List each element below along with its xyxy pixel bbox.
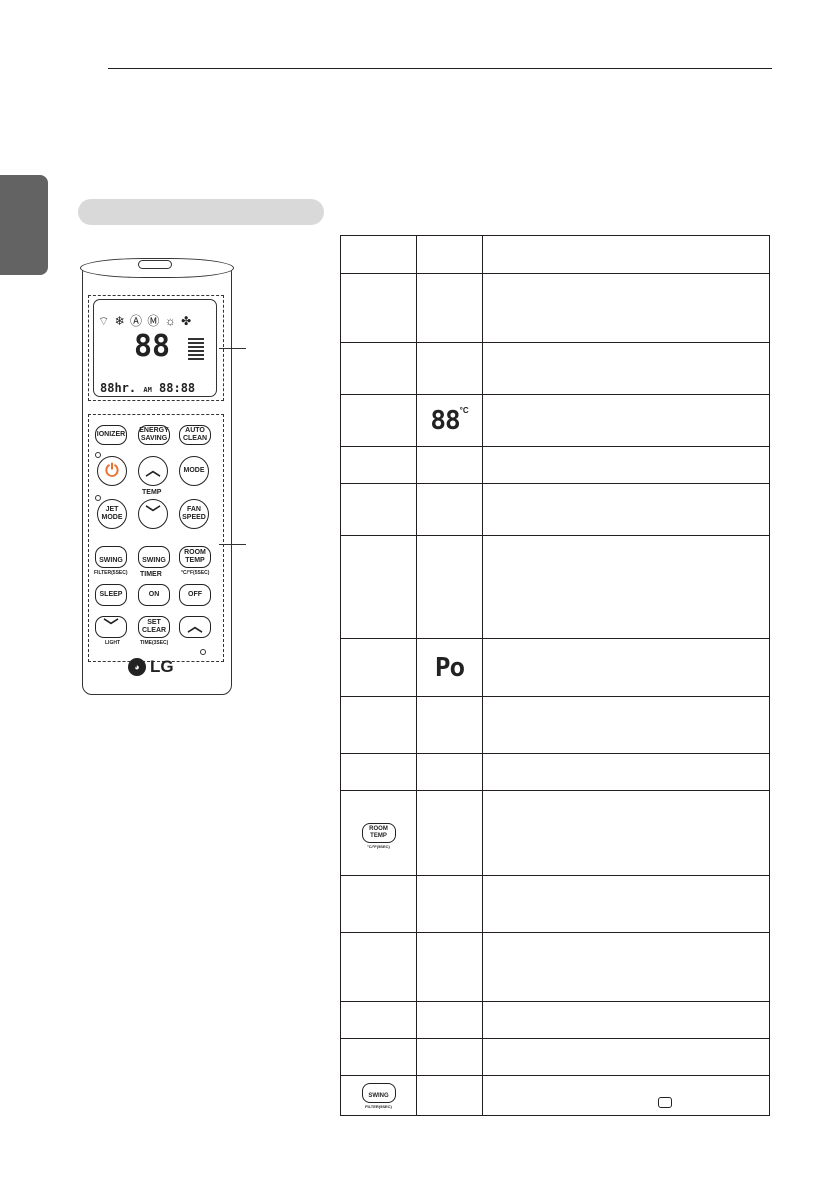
lcd-fan-bars bbox=[188, 338, 204, 362]
table-row bbox=[340, 753, 770, 791]
auto-clean-button[interactable]: AUTO CLEAN bbox=[179, 425, 211, 445]
lg-logo-text: LG bbox=[150, 657, 174, 676]
down-button[interactable]: ﹀ bbox=[95, 616, 127, 638]
dry-icon: Ⓜ bbox=[147, 314, 161, 328]
function-table: 88°C Po ROOM TEMP °C/°F(5SEC) SWING FILT… bbox=[340, 235, 770, 1116]
chevron-down-icon: ﹀ bbox=[145, 505, 161, 522]
display-leader-line bbox=[219, 348, 246, 349]
table-row: 88°C bbox=[340, 394, 770, 447]
mode-button[interactable]: MODE bbox=[179, 456, 209, 486]
remote-ir-window bbox=[138, 260, 172, 269]
chevron-down-icon: ﹀ bbox=[103, 618, 119, 635]
room-temp-icon-sub: °C/°F(5SEC) bbox=[367, 844, 390, 849]
section-heading-bar bbox=[78, 199, 324, 225]
fan-icon: ✤ bbox=[181, 314, 193, 328]
table-row bbox=[340, 273, 770, 343]
room-temp-sub-label: °C/°F(5SEC) bbox=[181, 570, 210, 576]
sleep-button[interactable]: SLEEP bbox=[95, 584, 127, 606]
timer-off-button[interactable]: OFF bbox=[179, 584, 211, 606]
table-row bbox=[340, 342, 770, 395]
header-rule bbox=[108, 68, 772, 69]
swing-right-label: SWING bbox=[142, 557, 166, 564]
wifi-icon: ⌔ bbox=[98, 314, 111, 328]
energy-saving-button[interactable]: ENERGY SAVING bbox=[138, 425, 170, 445]
power-led bbox=[95, 452, 101, 458]
seven-seg-temp: 88 bbox=[430, 405, 460, 436]
power-button[interactable]: ⏻ bbox=[97, 456, 127, 486]
fan-speed-button[interactable]: FAN SPEED bbox=[179, 499, 209, 529]
lcd-hour-digits: 88hr. bbox=[100, 381, 137, 395]
chevron-up-icon: ︿ bbox=[145, 462, 161, 479]
table-row bbox=[340, 1001, 770, 1039]
buttons-leader-line bbox=[219, 544, 246, 545]
time-sub-label: TIME(3SEC) bbox=[140, 640, 169, 646]
seven-seg-unit: °C bbox=[459, 405, 469, 415]
swing-left-button[interactable]: SWING bbox=[95, 546, 127, 568]
power-icon: ⏻ bbox=[105, 461, 119, 480]
room-temp-icon: ROOM TEMP bbox=[361, 823, 396, 843]
lcd-mode-icons: ⌔ ❄ Ⓐ Ⓜ ☼ ✤ bbox=[98, 314, 210, 328]
light-label: LIGHT bbox=[105, 640, 120, 646]
seven-seg-po: Po bbox=[434, 652, 465, 683]
sun-icon: ☼ bbox=[164, 314, 177, 328]
swing-icon-cell: SWING FILTER(5SEC) bbox=[340, 1075, 417, 1116]
table-row bbox=[340, 696, 770, 754]
temp-display-cell: 88°C bbox=[416, 394, 483, 447]
lcd-clock-digits: 88:88 bbox=[159, 381, 196, 395]
ai-icon: Ⓐ bbox=[130, 314, 144, 328]
temp-up-button[interactable]: ︿ bbox=[138, 456, 168, 486]
swing-right-button[interactable]: SWING bbox=[138, 546, 170, 568]
swing-icon-sub: FILTER(5SEC) bbox=[365, 1103, 392, 1109]
table-row bbox=[340, 446, 770, 484]
table-row bbox=[340, 932, 770, 1002]
inline-swing-icon bbox=[658, 1097, 672, 1108]
receiver-led bbox=[200, 649, 206, 655]
chevron-up-icon: ︿ bbox=[187, 618, 203, 635]
table-row bbox=[340, 1038, 770, 1076]
table-row: Po bbox=[340, 638, 770, 697]
po-display-cell: Po bbox=[416, 638, 483, 697]
table-row bbox=[340, 483, 770, 536]
snowflake-icon: ❄ bbox=[114, 314, 126, 328]
lcd-timer-row: 88hr. AM 88:88 bbox=[100, 381, 195, 395]
filter-sub-label: FILTER(5SEC) bbox=[94, 570, 128, 576]
table-row: ROOM TEMP °C/°F(5SEC) bbox=[340, 790, 770, 876]
lg-logo: ◕ LG bbox=[128, 657, 174, 677]
timer-on-button[interactable]: ON bbox=[138, 584, 170, 606]
lg-face-icon: ◕ bbox=[128, 658, 146, 676]
ionizer-button[interactable]: IONIZER bbox=[95, 425, 127, 445]
room-temp-button[interactable]: ROOM TEMP bbox=[179, 546, 211, 568]
temp-label: TEMP bbox=[142, 489, 162, 496]
timer-label: TIMER bbox=[140, 571, 162, 578]
jet-led bbox=[95, 495, 101, 501]
swing-left-label: SWING bbox=[99, 557, 123, 564]
up-button[interactable]: ︿ bbox=[179, 616, 211, 638]
remote-control-illustration: ⌔ ❄ Ⓐ Ⓜ ☼ ✤ 88 88hr. AM 88:88 IONIZER EN… bbox=[78, 258, 238, 698]
temp-down-button[interactable]: ﹀ bbox=[138, 499, 168, 529]
jet-mode-button[interactable]: JET MODE bbox=[97, 499, 127, 529]
lcd-am-label: AM bbox=[143, 386, 152, 394]
chapter-side-tab bbox=[0, 175, 48, 275]
swing-icon: SWING bbox=[361, 1082, 396, 1103]
set-clear-button[interactable]: SET CLEAR bbox=[138, 616, 170, 638]
room-temp-icon-cell: ROOM TEMP °C/°F(5SEC) bbox=[340, 790, 417, 876]
table-row: SWING FILTER(5SEC) bbox=[340, 1075, 770, 1116]
table-row bbox=[340, 535, 770, 639]
lcd-temperature-digits: 88 bbox=[134, 329, 171, 364]
table-row bbox=[340, 875, 770, 933]
table-header-row bbox=[340, 235, 770, 274]
